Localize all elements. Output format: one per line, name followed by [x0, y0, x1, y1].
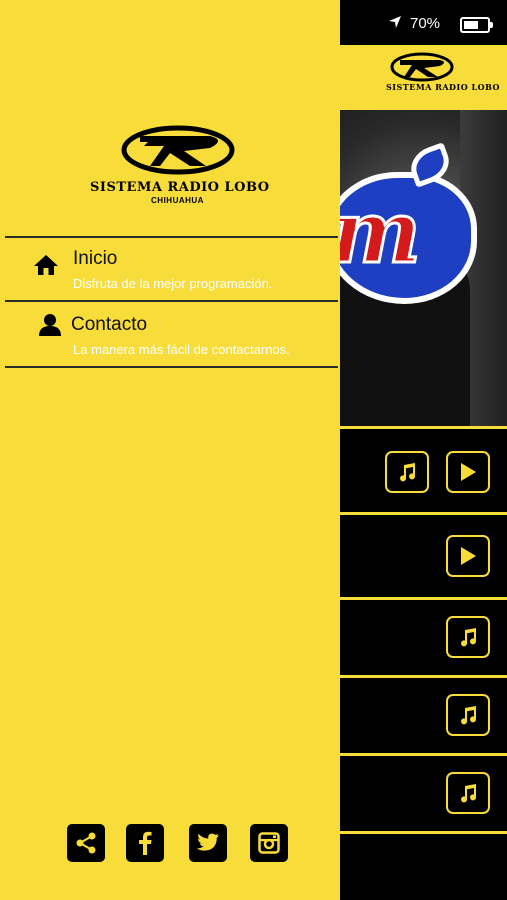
social-links — [0, 824, 340, 862]
divider — [5, 366, 338, 368]
user-icon — [38, 313, 62, 342]
menu-item-subtitle: Disfruta de la mejor programación. — [73, 276, 273, 291]
battery-level — [464, 21, 478, 29]
menu-item-contacto[interactable]: Contacto La manera más fácil de contacta… — [5, 304, 338, 368]
music-note-icon — [461, 706, 477, 725]
music-note-icon — [400, 463, 416, 482]
station-row — [340, 753, 507, 831]
menu-item-title: Inicio — [73, 248, 118, 269]
banner-image: m — [340, 110, 507, 426]
twitter-icon — [196, 833, 219, 851]
home-icon — [33, 254, 59, 281]
play-button[interactable] — [446, 535, 490, 577]
music-note-button[interactable] — [446, 616, 490, 658]
station-row — [340, 597, 507, 675]
location-icon — [388, 15, 402, 33]
menu-item-subtitle: La manera más fácil de contactarnos. — [73, 342, 290, 357]
twitter-button[interactable] — [189, 824, 227, 862]
station-row — [340, 426, 507, 512]
share-icon — [76, 832, 96, 854]
brand-name: SISTEMA RADIO LOBO — [90, 180, 270, 195]
station-row — [340, 831, 507, 900]
facebook-button[interactable] — [126, 824, 164, 862]
share-button[interactable] — [67, 824, 105, 862]
menu-item-inicio[interactable]: Inicio Disfruta de la mejor programación… — [5, 238, 338, 302]
instagram-icon — [258, 832, 280, 854]
header-brand-name: SISTEMA RADIO LOBO — [386, 82, 500, 92]
play-icon — [461, 463, 476, 481]
music-note-button[interactable] — [385, 451, 429, 493]
menu-item-title: Contacto — [71, 314, 148, 335]
station-row — [340, 512, 507, 597]
facebook-icon — [139, 831, 152, 855]
divider — [5, 300, 338, 302]
status-bar: 70% — [340, 0, 507, 45]
play-icon — [461, 547, 476, 565]
station-row — [340, 675, 507, 753]
battery-icon — [460, 17, 493, 33]
instagram-button[interactable] — [250, 824, 288, 862]
navigation-drawer: SISTEMA RADIO LOBO CHIHUAHUA Inicio Disf… — [0, 0, 340, 900]
music-note-button[interactable] — [446, 694, 490, 736]
music-note-icon — [461, 628, 477, 647]
brand-city: CHIHUAHUA — [151, 196, 204, 205]
play-button[interactable] — [446, 451, 490, 493]
music-note-icon — [461, 784, 477, 803]
battery-percentage: 70% — [410, 15, 441, 32]
music-note-button[interactable] — [446, 772, 490, 814]
header-logo-icon — [390, 52, 454, 82]
main-app-panel: 70% SISTEMA RADIO LOBO m — [340, 0, 507, 900]
app-header: SISTEMA RADIO LOBO — [340, 45, 507, 110]
